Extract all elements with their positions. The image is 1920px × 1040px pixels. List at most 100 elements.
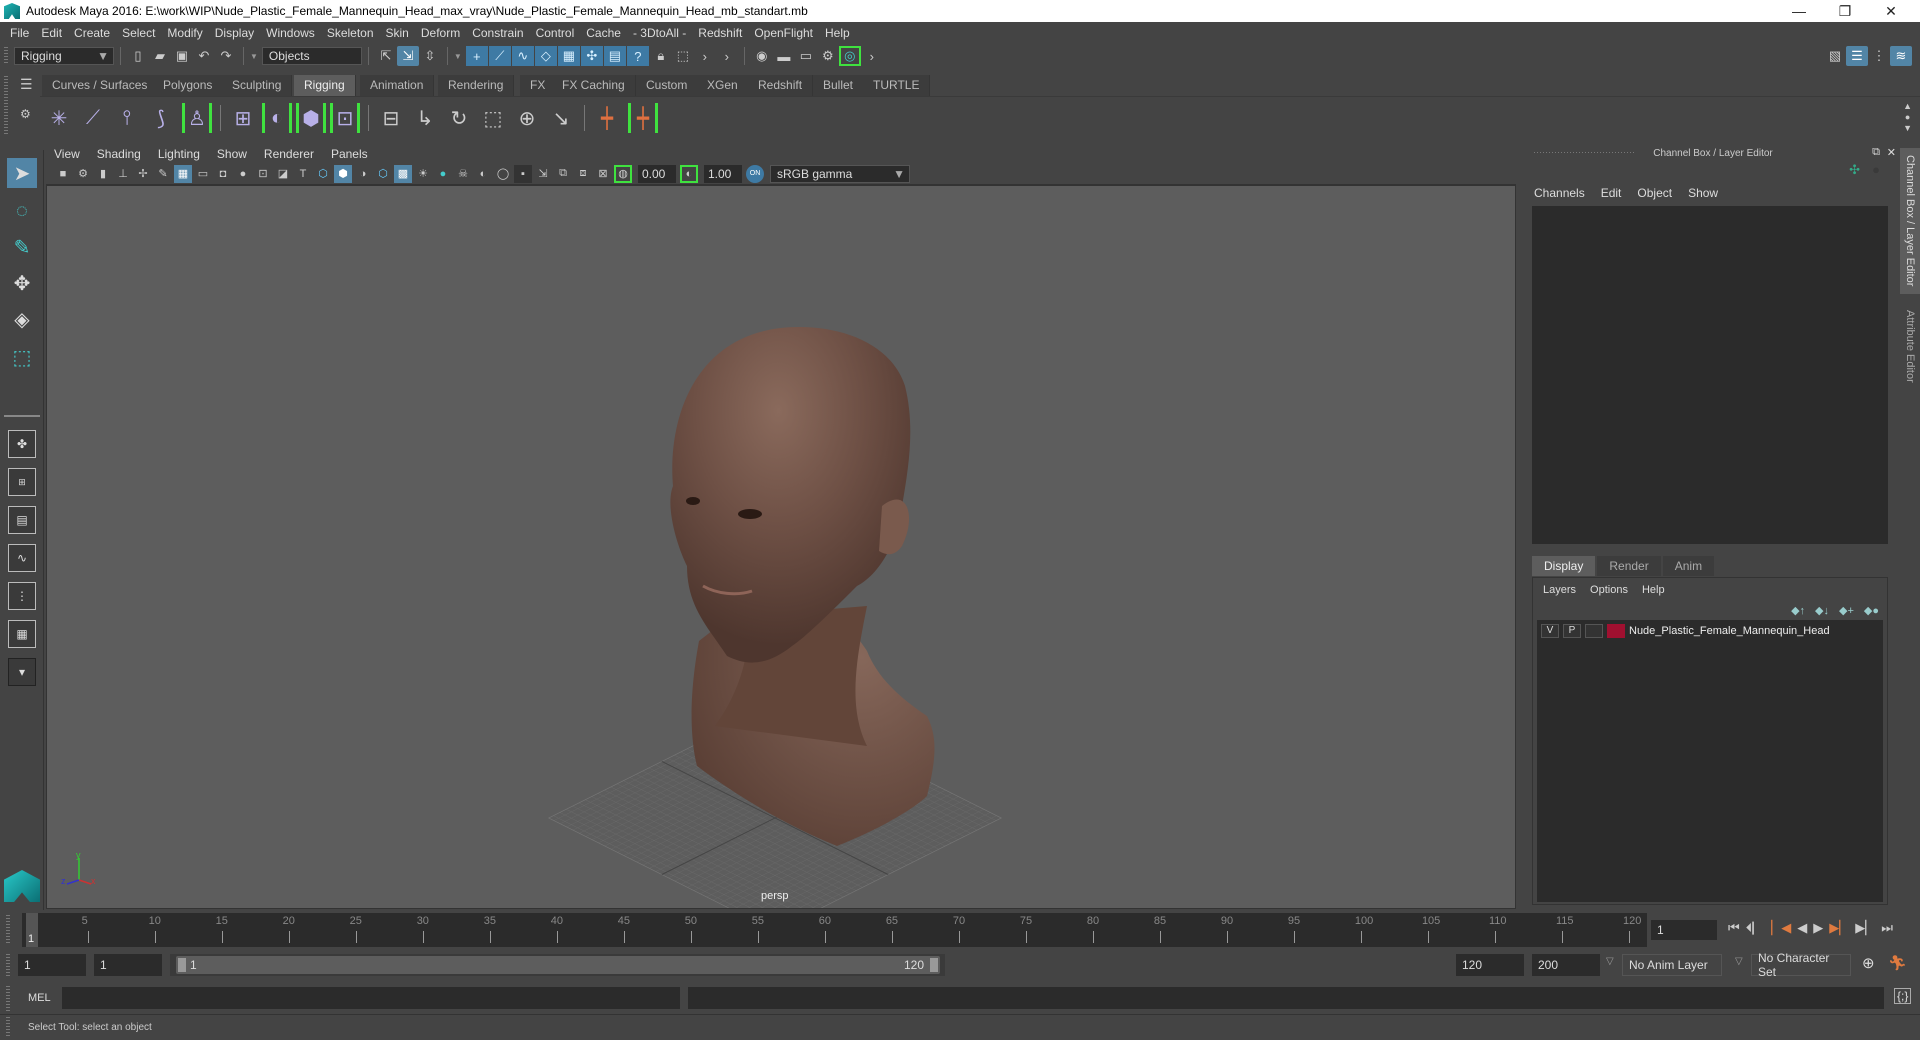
go-to-end-icon[interactable]: ⏭ (1881, 920, 1893, 936)
menu-windows[interactable]: Windows (262, 26, 323, 40)
close-panel-icon[interactable]: ✕ (1887, 146, 1896, 159)
scale-tool-icon[interactable]: ⬚ (7, 342, 37, 372)
layer-tab-display[interactable]: Display (1532, 556, 1596, 576)
insert-joint-icon[interactable]: ⟆ (146, 103, 176, 133)
new-layer-selected-icon[interactable]: ◆● (1864, 604, 1879, 617)
safe-action-icon[interactable]: ◪ (274, 165, 292, 183)
select-handles-icon[interactable]: + (465, 46, 488, 66)
chevron-down-icon[interactable]: ▽ (1606, 956, 1614, 967)
smooth-shade-icon[interactable]: ⬢ (334, 164, 352, 183)
float-panel-icon[interactable]: ⧉ (1872, 146, 1880, 159)
exposure-icon[interactable]: ◍ (614, 164, 632, 183)
lock-icon[interactable]: 🔒︎ (650, 46, 672, 66)
select-joints-icon[interactable]: ⟋ (488, 46, 511, 66)
play-forwards-icon[interactable]: ▶ (1813, 920, 1823, 936)
image-plane-icon[interactable]: ⊥ (114, 165, 132, 183)
select-deformations-icon[interactable]: ▦ (557, 46, 580, 66)
four-view-layout-icon[interactable]: ⊞ (8, 468, 36, 496)
pole-vector-constraint-icon[interactable]: ↘ (546, 103, 576, 133)
layer-visibility-toggle[interactable]: V (1541, 624, 1559, 638)
viewport-menu-view[interactable]: View (54, 147, 80, 161)
drag-handle[interactable] (6, 915, 10, 945)
shadows-icon[interactable]: ● (434, 165, 452, 183)
camera-attributes-icon[interactable]: ⚙ (74, 165, 92, 183)
layout-menu-button[interactable]: ▾ (8, 658, 36, 686)
range-slider[interactable]: 1 120 (176, 956, 940, 974)
interactive-bind-icon[interactable]: ⬢ (296, 103, 326, 133)
bind-skin-icon[interactable]: ⊞ (228, 103, 258, 133)
shelf-menu-icon[interactable]: ☰ (20, 76, 33, 93)
shelf-tab-animation[interactable]: Animation (360, 75, 435, 96)
animation-preferences-icon[interactable]: 🏃︎ (1888, 954, 1907, 972)
time-slider[interactable]: 1 5 10 15 20 25 30 35 40 45 50 55 60 65 70 75 80 85 90 95 1… (22, 913, 1647, 947)
layer-row[interactable]: V P Nude_Plastic_Female_Mannequin_Head (1541, 624, 1830, 638)
viewport-menu-panels[interactable]: Panels (331, 147, 368, 161)
menu-deform[interactable]: Deform (417, 26, 468, 40)
anti-aliasing-icon[interactable]: ◯ (494, 165, 512, 183)
move-layer-down-icon[interactable]: ◆↓ (1815, 604, 1829, 617)
layer-name[interactable]: Nude_Plastic_Female_Mannequin_Head (1629, 625, 1830, 637)
layer-menu-layers[interactable]: Layers (1543, 584, 1576, 596)
shelf-tab-rendering[interactable]: Rendering (438, 75, 515, 96)
shelf-tab-xgen[interactable]: XGen (697, 75, 749, 96)
isolate-select-icon[interactable]: ⇲ (534, 165, 552, 183)
current-frame-field[interactable]: 1 (1651, 920, 1717, 940)
wireframe-icon[interactable]: ⬡ (314, 165, 332, 183)
drag-handle[interactable] (6, 986, 10, 1012)
step-forward-key-icon[interactable]: ▶▏ (1829, 920, 1849, 936)
selection-mode-dropdown[interactable]: Objects (261, 47, 362, 65)
step-back-frame-icon[interactable]: ⏴▏ (1746, 920, 1766, 936)
new-scene-icon[interactable]: ▯ (127, 46, 149, 66)
menu-redshift[interactable]: Redshift (694, 26, 750, 40)
quick-rig-icon[interactable]: ♙ (182, 103, 212, 133)
command-input[interactable] (62, 987, 680, 1009)
menu-display[interactable]: Display (211, 26, 262, 40)
shelf-tab-fx[interactable]: FX (520, 75, 557, 96)
2d-pan-zoom-icon[interactable]: ✢ (134, 165, 152, 183)
textured-icon[interactable]: ▩ (394, 164, 412, 183)
chevron-down-icon[interactable]: ▼ (454, 52, 462, 61)
start-time-field[interactable]: 1 (18, 954, 86, 976)
aim-constraint-icon[interactable]: ⊕ (512, 103, 542, 133)
expand-right-icon[interactable]: › (716, 46, 738, 66)
gamma-field[interactable]: 1.00 (704, 164, 742, 183)
grease-pencil-icon[interactable]: ✎ (154, 165, 172, 183)
point-constraint-icon[interactable]: ↳ (410, 103, 440, 133)
film-gate-icon[interactable]: ▭ (194, 165, 212, 183)
go-to-start-icon[interactable]: ⏮ (1728, 920, 1740, 936)
layer-tab-anim[interactable]: Anim (1662, 556, 1715, 576)
wireframe-on-shaded-icon[interactable]: ⬡ (374, 165, 392, 183)
expand-right-icon[interactable]: › (694, 46, 716, 66)
select-dynamics-icon[interactable]: ✣ (580, 46, 603, 66)
gate-mask-icon[interactable]: ● (234, 165, 252, 183)
channel-list[interactable] (1532, 206, 1888, 544)
menu-help[interactable]: Help (821, 26, 858, 40)
screen-space-ao-icon[interactable]: ☠ (454, 165, 472, 183)
persp-graph-layout-icon[interactable]: ∿ (8, 544, 36, 572)
single-perspective-layout-icon[interactable]: ✤ (8, 430, 36, 458)
orient-constraint-icon[interactable]: ↻ (444, 103, 474, 133)
menu-select[interactable]: Select (118, 26, 163, 40)
tab-attribute-editor[interactable]: Attribute Editor (1900, 296, 1920, 396)
xray-icon[interactable]: ⧉ (554, 165, 572, 183)
viewport-menu-show[interactable]: Show (217, 147, 247, 161)
undo-icon[interactable]: ↶ (193, 46, 215, 66)
shelf-tab-polygons[interactable]: Polygons (153, 75, 224, 96)
command-language-label[interactable]: MEL (28, 992, 51, 1004)
color-space-dropdown[interactable]: sRGB gamma ▼ (770, 164, 910, 183)
color-management-toggle[interactable]: ON (746, 164, 764, 183)
paint-weights-icon[interactable]: ⊡ (330, 103, 360, 133)
drag-handle[interactable] (4, 47, 8, 65)
select-misc-icon[interactable]: ? (626, 46, 649, 66)
shelf-scroll[interactable]: ▲ ● ▼ (1903, 101, 1912, 134)
chevron-down-icon[interactable]: ▽ (1735, 956, 1743, 967)
exposure-field[interactable]: 0.00 (638, 164, 676, 183)
layer-menu-options[interactable]: Options (1590, 584, 1628, 596)
step-back-key-icon[interactable]: ▏◀ (1771, 920, 1791, 936)
shelf-tab-rigging[interactable]: Rigging (294, 75, 356, 96)
layer-menu-help[interactable]: Help (1642, 584, 1665, 596)
drag-handle[interactable] (4, 76, 8, 136)
grid-icon[interactable]: ▦ (174, 164, 192, 183)
viewport-menu-shading[interactable]: Shading (97, 147, 141, 161)
select-curves-icon[interactable]: ∿ (511, 46, 534, 66)
